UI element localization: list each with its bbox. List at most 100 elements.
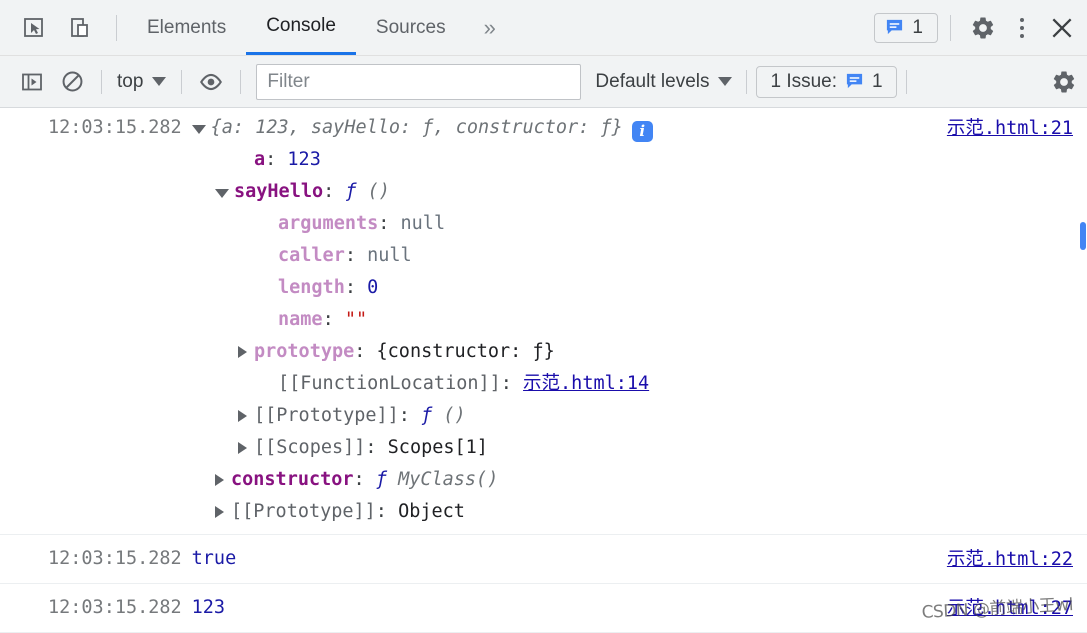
live-expression-icon[interactable] bbox=[191, 62, 231, 102]
console-toolbar: top Default levels 1 Issue: 1 bbox=[0, 55, 1087, 108]
message-count-badge[interactable]: 1 bbox=[874, 12, 938, 43]
issues-button[interactable]: 1 Issue: 1 bbox=[756, 65, 897, 98]
expand-triangle-icon[interactable] bbox=[215, 506, 224, 518]
object-preview-open: { bbox=[210, 117, 222, 138]
entry-timestamp: 12:03:15.282 bbox=[48, 548, 182, 569]
property-value: 0 bbox=[367, 277, 379, 298]
tree-row-constructor[interactable]: constructor: ƒ MyClass() bbox=[0, 464, 1087, 496]
console-scrollbar[interactable] bbox=[1080, 110, 1087, 621]
source-link[interactable]: 示范.html:22 bbox=[947, 545, 1073, 571]
tree-row-arguments[interactable]: arguments: null bbox=[0, 208, 1087, 240]
expand-triangle-icon[interactable] bbox=[238, 410, 247, 422]
object-preview-row[interactable]: 12:03:15.282 {a: 123, sayHello: ƒ, const… bbox=[0, 112, 1087, 144]
inspect-element-icon[interactable] bbox=[14, 8, 54, 48]
tree-row-object-prototype[interactable]: [[Prototype]]: Object bbox=[0, 496, 1087, 528]
property-key: [[FunctionLocation]] bbox=[278, 373, 501, 394]
console-settings-icon[interactable] bbox=[1041, 62, 1087, 102]
toolbar-divider bbox=[905, 69, 907, 94]
console-output: 示范.html:21 12:03:15.282 {a: 123, sayHell… bbox=[0, 108, 1087, 633]
log-row: 12:03:15.282 true bbox=[0, 543, 1087, 575]
function-name: MyClass() bbox=[398, 469, 499, 490]
tab-console[interactable]: Console bbox=[246, 0, 356, 55]
log-levels-label: Default levels bbox=[595, 70, 710, 92]
tree-row-a[interactable]: a: 123 bbox=[0, 144, 1087, 176]
function-glyph: ƒ bbox=[421, 405, 433, 426]
function-location-link[interactable]: 示范.html:14 bbox=[523, 368, 649, 400]
tree-row-caller[interactable]: caller: null bbox=[0, 240, 1087, 272]
entry-timestamp: 12:03:15.282 bbox=[48, 117, 182, 138]
property-value: Scopes[1] bbox=[387, 437, 488, 458]
property-value: "" bbox=[344, 309, 368, 330]
clear-console-icon[interactable] bbox=[52, 62, 92, 102]
property-key: name bbox=[278, 309, 323, 330]
property-key: caller bbox=[278, 245, 345, 266]
toolbar-divider bbox=[116, 14, 117, 41]
function-signature: () bbox=[367, 181, 390, 202]
console-entry-object[interactable]: 示范.html:21 12:03:15.282 {a: 123, sayHell… bbox=[0, 108, 1087, 535]
settings-gear-icon[interactable] bbox=[963, 8, 1003, 48]
device-toolbar-icon[interactable] bbox=[60, 8, 100, 48]
more-tabs-icon[interactable]: » bbox=[466, 0, 514, 55]
property-value: 123 bbox=[287, 149, 321, 170]
object-preview-close: } bbox=[611, 117, 623, 138]
function-signature: () bbox=[443, 405, 466, 426]
issues-count: 1 bbox=[872, 70, 883, 92]
log-row: 12:03:15.282 123 bbox=[0, 592, 1087, 624]
source-link[interactable]: 示范.html:21 bbox=[947, 114, 1073, 140]
tab-elements[interactable]: Elements bbox=[127, 0, 246, 55]
property-value: {constructor: ƒ} bbox=[376, 341, 555, 362]
tab-sources[interactable]: Sources bbox=[356, 0, 466, 55]
expand-triangle-icon[interactable] bbox=[238, 346, 247, 358]
console-sidebar-icon[interactable] bbox=[12, 62, 52, 102]
tree-row-prototype[interactable]: prototype: {constructor: ƒ} bbox=[0, 336, 1087, 368]
tree-row-length[interactable]: length: 0 bbox=[0, 272, 1087, 304]
property-key: constructor bbox=[231, 469, 354, 490]
property-key: [[Scopes]] bbox=[254, 437, 366, 458]
property-key: [[Prototype]] bbox=[231, 501, 376, 522]
panel-tabs: Elements Console Sources » bbox=[127, 0, 514, 55]
expand-triangle-icon[interactable] bbox=[215, 474, 224, 486]
tree-row-functionlocation[interactable]: [[FunctionLocation]]: 示范.html:14 bbox=[0, 368, 1087, 400]
tree-row-fn-prototype[interactable]: [[Prototype]]: ƒ () bbox=[0, 400, 1087, 432]
toolbar-divider bbox=[746, 69, 748, 94]
property-value: null bbox=[400, 213, 446, 234]
collapse-triangle-icon[interactable] bbox=[215, 189, 229, 198]
tabbar-right-tools: 1 bbox=[874, 8, 1087, 48]
property-key: a bbox=[254, 149, 266, 170]
entry-timestamp: 12:03:15.282 bbox=[48, 597, 182, 618]
filter-input[interactable] bbox=[256, 63, 582, 100]
object-preview-body: a: 123, sayHello: ƒ, constructor: ƒ bbox=[221, 117, 612, 138]
toolbar-divider bbox=[240, 69, 242, 94]
tree-row-name[interactable]: name: "" bbox=[0, 304, 1087, 336]
tree-row-scopes[interactable]: [[Scopes]]: Scopes[1] bbox=[0, 432, 1087, 464]
property-key: [[Prototype]] bbox=[254, 405, 399, 426]
log-value: 123 bbox=[191, 597, 226, 618]
property-value: null bbox=[367, 245, 412, 266]
execution-context-value: top bbox=[117, 70, 144, 92]
info-badge-icon[interactable]: i bbox=[631, 120, 653, 142]
log-value: true bbox=[191, 548, 237, 569]
toolbar-divider bbox=[101, 69, 102, 94]
source-link[interactable]: 示范.html:27 bbox=[947, 594, 1073, 620]
message-count-value: 1 bbox=[912, 16, 923, 38]
tabbar-divider bbox=[950, 14, 951, 41]
property-key: sayHello bbox=[234, 181, 324, 202]
close-icon[interactable] bbox=[1041, 8, 1083, 48]
console-entry-boolean[interactable]: 示范.html:22 12:03:15.282 true bbox=[0, 535, 1087, 584]
tabbar-left-tools bbox=[0, 8, 127, 48]
console-entry-number[interactable]: 示范.html:27 12:03:15.282 123 bbox=[0, 584, 1087, 633]
property-key: prototype bbox=[254, 341, 355, 362]
expand-triangle-icon[interactable] bbox=[238, 442, 247, 454]
chevron-down-icon bbox=[152, 77, 167, 86]
execution-context-dropdown[interactable]: top bbox=[111, 71, 172, 93]
tree-row-sayhello[interactable]: sayHello: ƒ () bbox=[0, 176, 1087, 208]
toolbar-divider bbox=[181, 69, 183, 94]
scrollbar-thumb[interactable] bbox=[1080, 222, 1086, 250]
function-glyph: ƒ bbox=[375, 469, 387, 490]
issues-label: 1 Issue: bbox=[770, 70, 838, 92]
property-key: length bbox=[278, 277, 345, 298]
expand-triangle-icon[interactable] bbox=[191, 125, 206, 134]
log-levels-dropdown[interactable]: Default levels bbox=[595, 70, 733, 93]
more-options-icon[interactable] bbox=[1005, 8, 1039, 48]
function-glyph: ƒ bbox=[345, 181, 357, 202]
